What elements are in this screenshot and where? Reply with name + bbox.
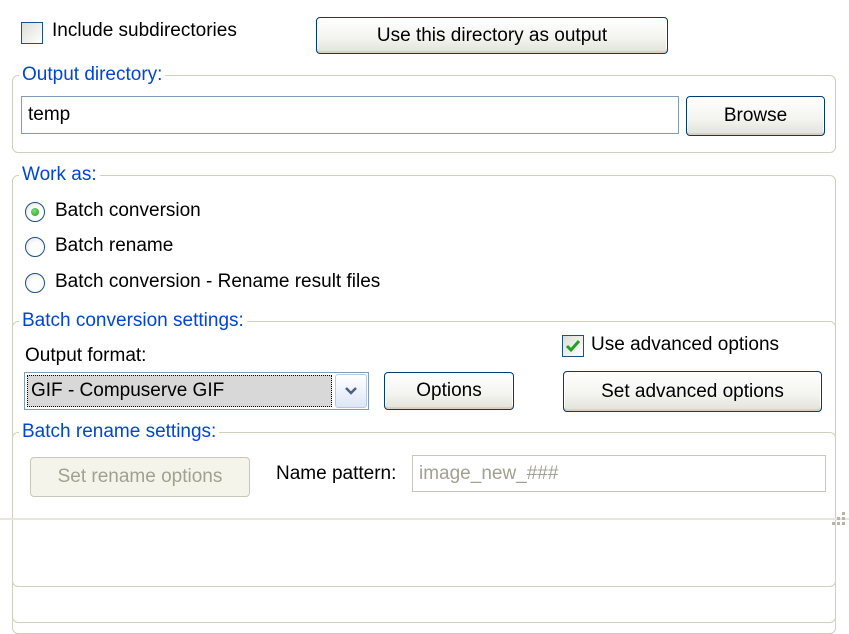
include-subdirectories-checkbox[interactable] (21, 22, 43, 44)
set-advanced-options-button[interactable]: Set advanced options (563, 371, 822, 412)
set-rename-options-button[interactable]: Set rename options (30, 457, 250, 497)
output-directory-input[interactable]: temp (21, 96, 679, 134)
batch-rename-settings-legend: Batch rename settings: (19, 421, 220, 443)
radio-batch-conversion-label: Batch conversion (55, 200, 201, 221)
use-advanced-options-checkbox[interactable] (562, 335, 584, 357)
resize-grip-icon[interactable] (827, 507, 847, 527)
include-subdirectories-label: Include subdirectories (52, 20, 237, 41)
radio-selected-dot (31, 208, 39, 216)
radio-batch-rename[interactable] (25, 237, 45, 257)
options-button[interactable]: Options (384, 372, 514, 410)
chevron-down-icon[interactable] (335, 374, 367, 408)
radio-batch-conversion[interactable] (25, 202, 45, 222)
name-pattern-label: Name pattern: (276, 463, 397, 484)
radio-batch-rename-label: Batch rename (55, 235, 174, 256)
radio-batch-conversion-rename-label: Batch conversion - Rename result files (55, 271, 381, 292)
browse-button[interactable]: Browse (686, 96, 825, 136)
output-directory-legend: Output directory: (19, 64, 166, 86)
work-as-legend: Work as: (19, 164, 100, 186)
output-format-value: GIF - Compuserve GIF (27, 375, 332, 407)
radio-batch-conversion-rename[interactable] (25, 273, 45, 293)
batch-conversion-settings-legend: Batch conversion settings: (19, 310, 247, 332)
checkmark-icon (565, 340, 581, 353)
bottom-divider (0, 518, 849, 520)
output-format-select[interactable]: GIF - Compuserve GIF (24, 372, 369, 410)
output-format-label: Output format: (25, 345, 147, 366)
use-directory-as-output-button[interactable]: Use this directory as output (316, 17, 668, 54)
name-pattern-input[interactable]: image_new_### (412, 455, 826, 492)
use-advanced-options-label: Use advanced options (591, 334, 780, 355)
